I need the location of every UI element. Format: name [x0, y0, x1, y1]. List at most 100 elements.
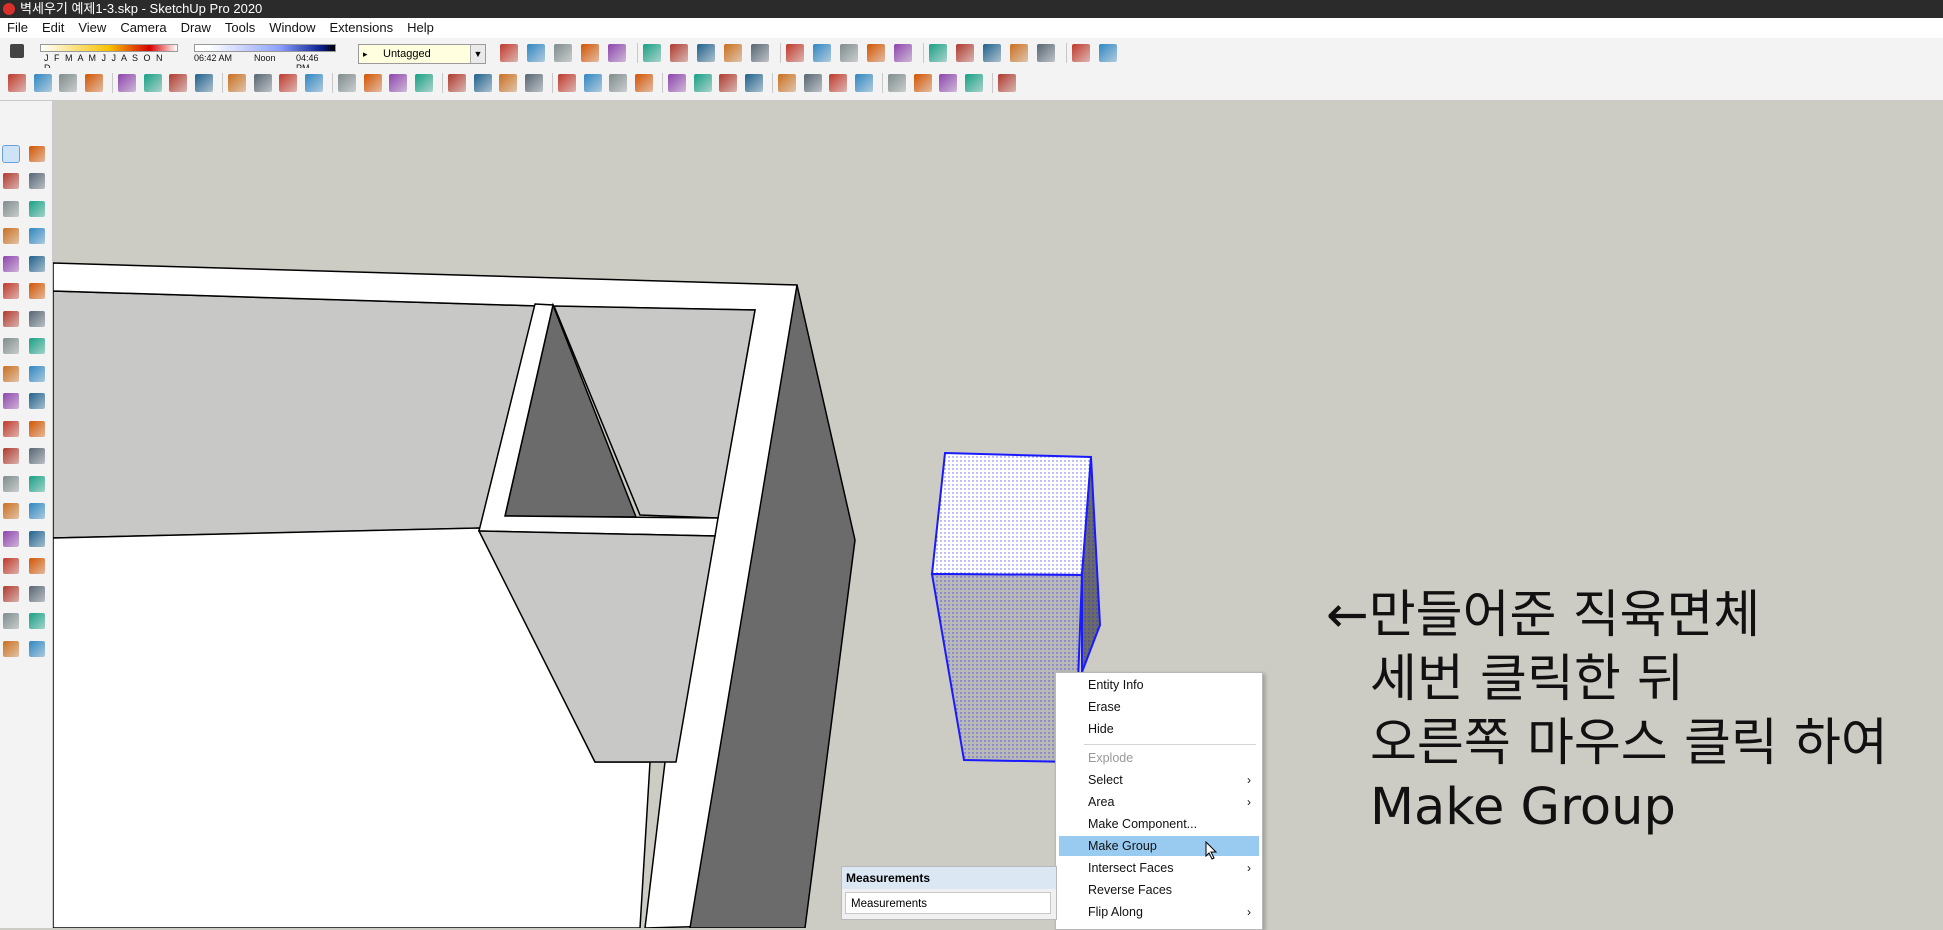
push-pull-icon[interactable]: [29, 311, 45, 327]
tape-icon[interactable]: [3, 392, 19, 409]
layout-icon[interactable]: [3, 641, 19, 657]
paint-icon[interactable]: [3, 172, 19, 189]
previous-view-icon[interactable]: [983, 44, 1001, 62]
look-around-icon[interactable]: [29, 557, 45, 574]
menu-edit[interactable]: Edit: [35, 18, 71, 38]
protractor-icon[interactable]: [3, 421, 19, 437]
line-icon[interactable]: [59, 74, 77, 92]
extension-icon[interactable]: [29, 612, 45, 629]
zoom-window-icon[interactable]: [929, 44, 947, 62]
freehand-icon[interactable]: [29, 201, 45, 217]
wireframe-icon[interactable]: [608, 44, 626, 62]
geo-location-icon[interactable]: [1099, 44, 1117, 62]
menu-draw[interactable]: Draw: [174, 18, 218, 38]
styles-icon[interactable]: [854, 74, 873, 92]
polygon-icon[interactable]: [29, 256, 45, 272]
section-fill-icon[interactable]: [813, 44, 831, 62]
rectangle-icon[interactable]: [118, 74, 136, 92]
look-around-icon[interactable]: [1037, 44, 1055, 62]
position-camera-icon[interactable]: [3, 557, 19, 574]
walk-icon[interactable]: [1072, 44, 1090, 62]
pan-icon[interactable]: [29, 476, 45, 492]
move-icon[interactable]: [194, 74, 213, 92]
context-menu-item-area[interactable]: Area ›: [1059, 792, 1259, 812]
move-icon[interactable]: [3, 311, 19, 327]
menu-extensions[interactable]: Extensions: [323, 18, 401, 38]
line-icon[interactable]: [3, 201, 19, 217]
rotate-icon[interactable]: [3, 337, 19, 354]
left-view-icon[interactable]: [744, 74, 763, 92]
component-icon[interactable]: [29, 146, 45, 162]
orbit-icon[interactable]: [363, 74, 382, 92]
zoom-extents-icon[interactable]: [448, 74, 466, 92]
layout-icon[interactable]: [524, 74, 543, 92]
arc-icon[interactable]: [84, 74, 103, 92]
pan-icon[interactable]: [867, 44, 885, 62]
back-view-icon[interactable]: [719, 74, 737, 92]
context-menu-item-erase[interactable]: Erase: [1059, 697, 1259, 717]
context-menu-item-entity-info[interactable]: Entity Info: [1059, 675, 1259, 695]
section-plane-icon[interactable]: [29, 586, 45, 602]
rectangle-icon[interactable]: [3, 227, 19, 244]
section-cut-icon[interactable]: [786, 44, 804, 62]
orbit-icon[interactable]: [840, 44, 858, 62]
shadow-settings-icon[interactable]: [527, 44, 545, 62]
box-top-face[interactable]: [930, 451, 1093, 577]
context-menu-item-intersect-faces[interactable]: Intersect Faces ›: [1059, 858, 1259, 878]
select-icon[interactable]: [2, 145, 20, 163]
paint-bucket-icon[interactable]: [338, 74, 356, 92]
circle-icon[interactable]: [3, 256, 19, 272]
scale-icon[interactable]: [253, 74, 272, 92]
follow-me-icon[interactable]: [29, 337, 45, 354]
measurements-input[interactable]: Measurements: [845, 892, 1051, 914]
solid-tools-icon[interactable]: [939, 74, 957, 92]
position-camera-icon[interactable]: [1010, 44, 1028, 62]
offset-icon[interactable]: [29, 366, 45, 382]
zoom-icon[interactable]: [3, 502, 19, 519]
text-icon[interactable]: [29, 421, 45, 437]
front-view-icon[interactable]: [668, 74, 686, 92]
wall-inner-face[interactable]: [53, 290, 540, 539]
shadow-time-slider[interactable]: 06:42 AM Noon 04:46 PM: [194, 44, 336, 73]
walk-icon[interactable]: [3, 586, 19, 602]
tag-dropdown[interactable]: ▸ Untagged ▼: [358, 44, 486, 64]
push-pull-icon[interactable]: [143, 74, 162, 92]
section-icon[interactable]: [964, 74, 983, 92]
back-edges-icon[interactable]: [581, 44, 599, 62]
menu-view[interactable]: View: [71, 18, 113, 38]
menu-window[interactable]: Window: [262, 18, 322, 38]
hidden-line-icon[interactable]: [643, 44, 661, 62]
rotate-icon[interactable]: [228, 74, 246, 92]
iso-view-icon[interactable]: [609, 74, 627, 92]
scale-icon[interactable]: [3, 366, 19, 382]
ruby-icon[interactable]: [29, 641, 45, 657]
context-menu-item-select[interactable]: Select ›: [1059, 770, 1259, 790]
follow-me-icon[interactable]: [169, 74, 187, 92]
eraser-icon[interactable]: [29, 172, 45, 189]
menu-tools[interactable]: Tools: [218, 18, 262, 38]
section-plane-icon[interactable]: [751, 44, 769, 62]
chevron-down-icon[interactable]: ▼: [470, 45, 485, 63]
3d-text-icon[interactable]: [29, 447, 45, 464]
xray-icon[interactable]: [554, 44, 572, 62]
outliner-icon[interactable]: [803, 74, 822, 92]
shadow-time-bar[interactable]: [194, 44, 336, 52]
user-icon[interactable]: [583, 74, 602, 92]
rotated-rect-icon[interactable]: [29, 227, 45, 244]
pie-icon[interactable]: [29, 282, 45, 299]
orbit-icon[interactable]: [3, 476, 19, 492]
select-icon[interactable]: [8, 74, 26, 92]
components-icon[interactable]: [778, 74, 796, 92]
eraser-icon[interactable]: [500, 44, 518, 62]
right-view-icon[interactable]: [693, 74, 712, 92]
pan-icon[interactable]: [389, 74, 407, 92]
zoom-window-icon[interactable]: [29, 502, 45, 519]
zoom-extents-icon[interactable]: [3, 531, 19, 547]
context-menu-item-make-component[interactable]: Make Component...: [1059, 814, 1259, 834]
shaded-icon[interactable]: [670, 44, 688, 62]
context-menu-item-hide[interactable]: Hide: [1059, 719, 1259, 739]
shadow-month-bar[interactable]: [40, 44, 178, 52]
shadow-date-slider[interactable]: J F M A M J J A S O N D: [40, 44, 178, 73]
materials-icon[interactable]: [829, 74, 847, 92]
zoom-icon[interactable]: [414, 74, 433, 92]
